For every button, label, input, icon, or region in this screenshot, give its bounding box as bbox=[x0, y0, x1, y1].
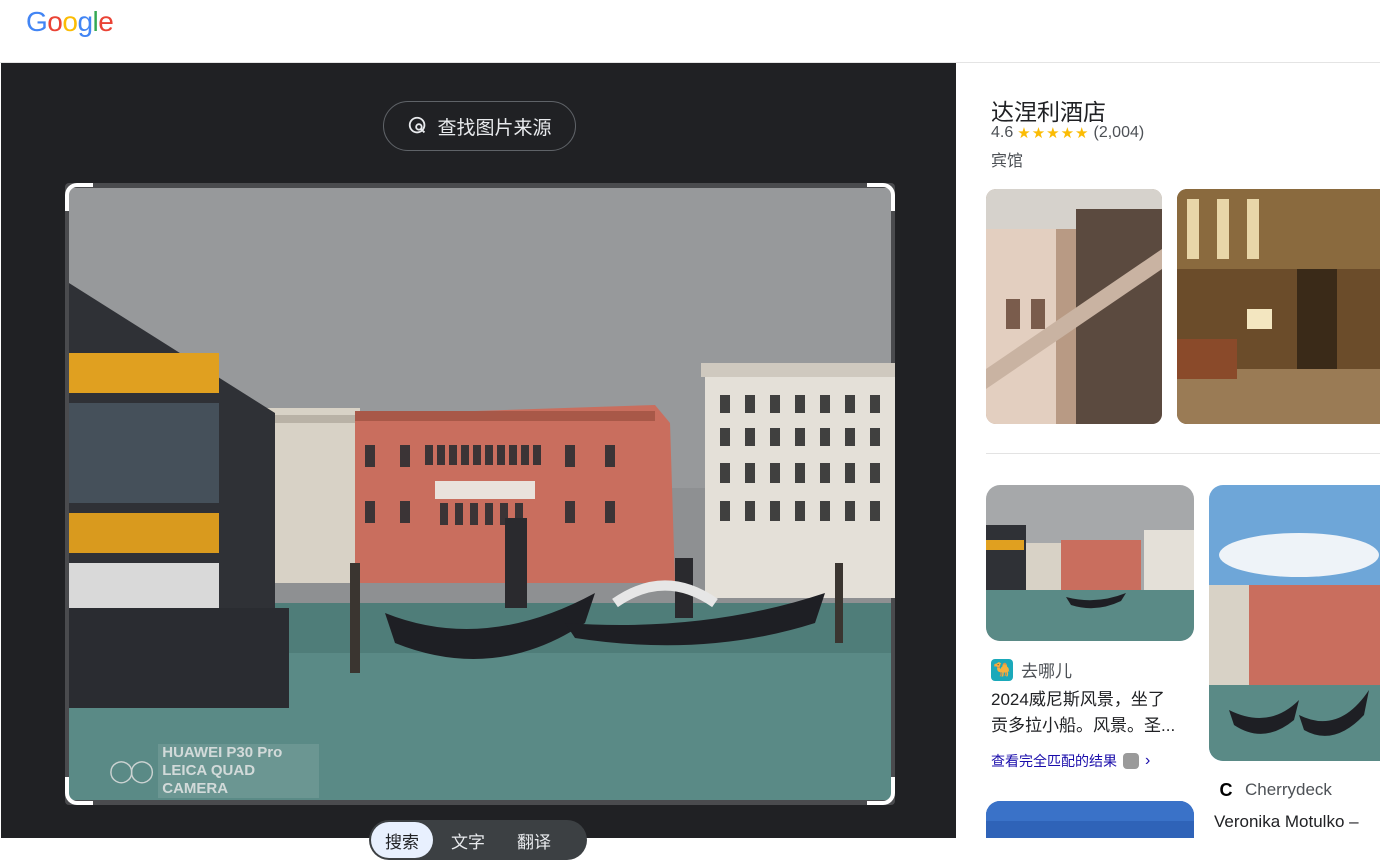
result-title-line: 2024威尼斯风景，坐了 bbox=[991, 690, 1165, 709]
rating-row: 4.6 ★★★★★ (2,004) bbox=[991, 124, 1144, 142]
logo-letter: o bbox=[47, 6, 63, 37]
logo-letter: o bbox=[62, 6, 78, 37]
result-source[interactable]: 🐪 去哪儿 bbox=[991, 657, 1072, 682]
place-type: 宾馆 bbox=[991, 153, 1024, 170]
logo-letter: g bbox=[77, 6, 93, 37]
rating-value: 4.6 bbox=[991, 124, 1014, 141]
image-viewer-panel: 查找图片来源 ◯◯ HUAWEI P30 Pro LEICA QUAD CAME… bbox=[1, 63, 956, 860]
hotel-photo-staircase[interactable] bbox=[986, 189, 1162, 424]
watermark-line: HUAWEI P30 Pro bbox=[162, 744, 283, 761]
hotel-photo-lobby[interactable] bbox=[1177, 189, 1380, 424]
find-image-source-button[interactable]: 查找图片来源 bbox=[383, 101, 576, 151]
result-source-name: Cherrydeck bbox=[1245, 780, 1332, 799]
result-source-name: 去哪儿 bbox=[1021, 662, 1072, 681]
lens-search-icon bbox=[409, 116, 426, 134]
tab-text[interactable]: 文字 bbox=[437, 822, 499, 858]
section-divider bbox=[986, 453, 1380, 454]
result-source[interactable]: C Cherrydeck bbox=[1215, 779, 1332, 801]
find-image-source-label: 查找图片来源 bbox=[437, 117, 552, 139]
star-rating-icon: ★★★★★ bbox=[1017, 125, 1090, 142]
watermark-text: HUAWEI P30 Pro LEICA QUAD CAMERA bbox=[158, 744, 319, 798]
tab-translate[interactable]: 翻译 bbox=[503, 822, 565, 858]
qunar-camel-icon: 🐪 bbox=[991, 658, 1013, 681]
results-panel: 达涅利酒店 4.6 ★★★★★ (2,004) 宾馆 🐪 去哪儿 2024威尼斯… bbox=[956, 63, 1380, 838]
crop-handle-bottom-right[interactable] bbox=[867, 777, 895, 805]
result-title[interactable]: 2024威尼斯风景，坐了 贡多拉小船。风景。圣... bbox=[991, 687, 1191, 739]
exact-match-link[interactable]: 查看完全匹配的结果 › bbox=[991, 751, 1150, 771]
result-title-line: 贡多拉小船。风景。圣... bbox=[991, 716, 1176, 735]
cherrydeck-icon: C bbox=[1215, 779, 1237, 801]
leica-circles-icon: ◯◯ bbox=[109, 758, 154, 783]
watermark-line: LEICA QUAD CAMERA bbox=[162, 762, 256, 797]
result-image[interactable] bbox=[986, 801, 1194, 838]
exact-match-label: 查看完全匹配的结果 bbox=[991, 753, 1117, 769]
crop-handle-bottom-left[interactable] bbox=[65, 777, 93, 805]
venice-photo bbox=[65, 183, 895, 805]
result-image[interactable] bbox=[1209, 485, 1380, 761]
selected-image-region[interactable]: ◯◯ HUAWEI P30 Pro LEICA QUAD CAMERA bbox=[65, 183, 895, 805]
crop-handle-top-left[interactable] bbox=[65, 183, 93, 211]
lens-mode-tabs: 搜索 文字 翻译 bbox=[369, 820, 587, 860]
result-image[interactable] bbox=[986, 485, 1194, 641]
tab-search[interactable]: 搜索 bbox=[371, 822, 433, 858]
camera-watermark: ◯◯ HUAWEI P30 Pro LEICA QUAD CAMERA bbox=[105, 744, 323, 798]
review-count[interactable]: (2,004) bbox=[1094, 124, 1145, 142]
knowledge-title[interactable]: 达涅利酒店 bbox=[991, 93, 1106, 127]
logo-letter: G bbox=[26, 6, 48, 37]
chevron-right-icon: › bbox=[1145, 752, 1151, 769]
google-logo[interactable]: Google bbox=[26, 6, 114, 38]
thumbnail-icon bbox=[1123, 753, 1139, 769]
logo-letter: e bbox=[98, 6, 114, 37]
crop-handle-top-right[interactable] bbox=[867, 183, 895, 211]
result-title[interactable]: Veronika Motulko – bbox=[1214, 809, 1380, 835]
top-bar: Google bbox=[0, 0, 1380, 63]
